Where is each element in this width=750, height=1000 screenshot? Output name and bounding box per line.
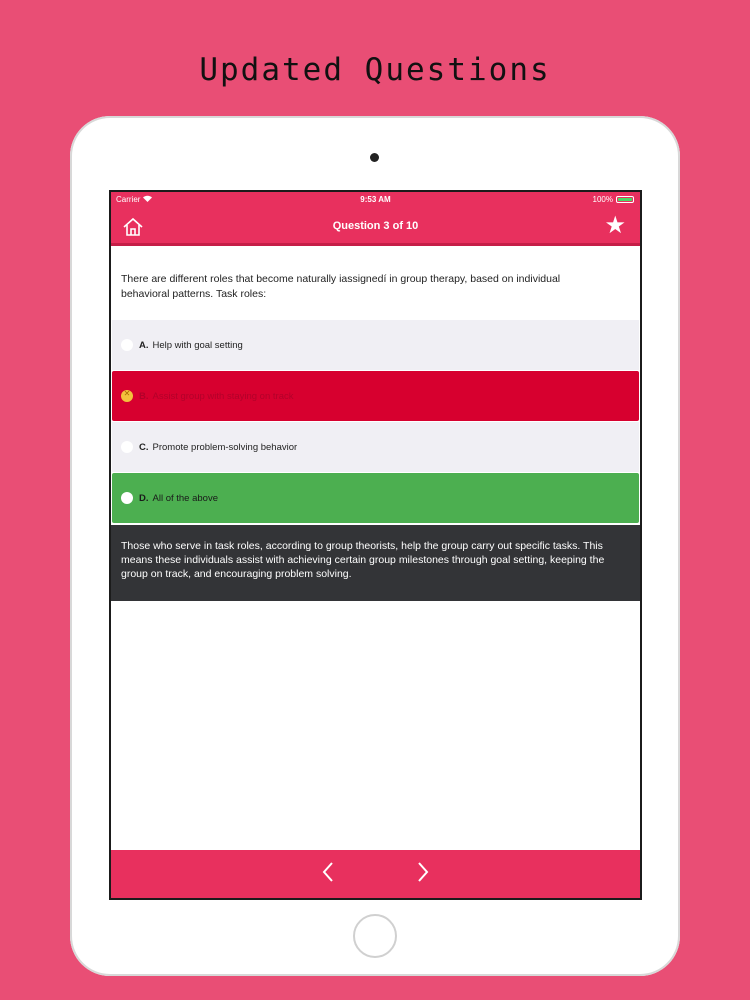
option-label: Promote problem-solving behavior — [152, 441, 298, 453]
hardware-home-button[interactable] — [353, 914, 397, 958]
option-b[interactable]: B. Assist group with staying on track — [112, 371, 639, 421]
option-a[interactable]: A. Help with goal setting — [112, 320, 639, 370]
radio-icon — [121, 492, 133, 504]
option-c[interactable]: C. Promote problem-solving behavior — [112, 422, 639, 472]
battery-icon — [616, 196, 634, 203]
footer-bar — [111, 850, 640, 898]
answer-options: A. Help with goal setting B. Assist grou… — [111, 319, 640, 524]
chevron-left-icon[interactable] — [321, 860, 335, 888]
chevron-right-icon[interactable] — [416, 860, 430, 888]
status-bar: Carrier 9:53 AM 100% — [111, 192, 640, 208]
option-letter: B. — [139, 390, 149, 402]
option-label: Assist group with staying on track — [152, 390, 294, 402]
wrong-answer-icon — [121, 389, 133, 402]
explanation-text: Those who serve in task roles, according… — [111, 525, 640, 601]
nav-bar: Question 3 of 10 ★ — [111, 208, 640, 246]
radio-icon — [121, 339, 133, 351]
status-time: 9:53 AM — [360, 195, 391, 204]
option-label: Help with goal setting — [152, 339, 243, 351]
question-text: There are different roles that become na… — [121, 273, 561, 300]
star-icon[interactable]: ★ — [604, 214, 626, 238]
radio-icon — [121, 441, 133, 453]
question-counter: Question 3 of 10 — [332, 220, 419, 232]
app-screen: Carrier 9:53 AM 100% Question 3 of 10 ★ … — [109, 190, 642, 900]
camera-dot — [370, 153, 379, 162]
battery-percent: 100% — [592, 195, 613, 204]
page-headline: Updated Questions — [199, 52, 551, 88]
option-d[interactable]: D. All of the above — [112, 473, 639, 523]
option-letter: C. — [139, 441, 149, 453]
option-letter: D. — [139, 492, 149, 504]
option-letter: A. — [139, 339, 149, 351]
option-label: All of the above — [152, 492, 219, 504]
